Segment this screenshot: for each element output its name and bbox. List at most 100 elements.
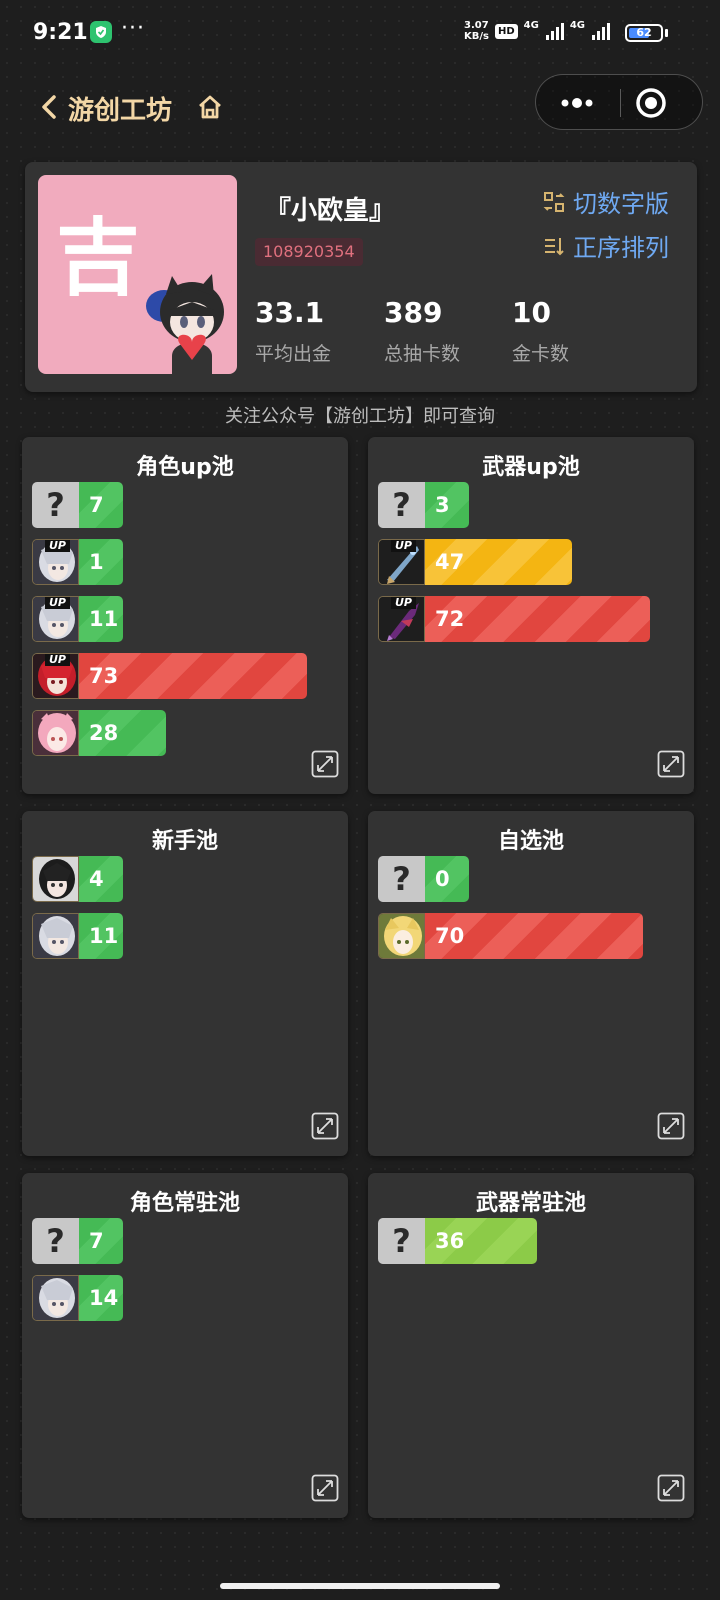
nav-bar: 游创工坊	[0, 74, 720, 140]
stat-gold-cards: 10 金卡数	[512, 296, 569, 366]
stat-label: 金卡数	[512, 343, 570, 365]
pool-title: 自选池	[497, 829, 564, 854]
character-silver-hair-icon: UP	[32, 539, 79, 585]
pool-row: 14	[32, 1275, 123, 1321]
stat-label: 总抽卡数	[384, 343, 461, 365]
pool-row: ? 36	[378, 1218, 538, 1264]
pool-row: ? 3	[378, 482, 469, 528]
expand-icon[interactable]	[657, 1112, 685, 1140]
expand-icon[interactable]	[311, 1474, 339, 1502]
stat-value: 33.1	[255, 296, 325, 329]
sort-order-button[interactable]: 正序排列	[543, 228, 669, 263]
status-more-dots: ···	[121, 16, 145, 41]
page-title: 游创工坊	[68, 96, 173, 126]
signal-bars-icon	[545, 22, 564, 40]
back-arrow-icon[interactable]	[36, 92, 62, 122]
pool-row: UP 11	[32, 596, 123, 642]
pool-row: ? 7	[32, 482, 123, 528]
security-shield-icon	[90, 21, 112, 43]
pool-card-weapon-up[interactable]: 武器up池 ? 3 UP 47 UP 72	[368, 437, 694, 794]
battery-cap	[665, 29, 668, 37]
battery-icon: 62	[625, 24, 663, 42]
expand-icon[interactable]	[657, 1474, 685, 1502]
character-blonde-hair-icon	[378, 913, 425, 959]
pool-card-character-standard[interactable]: 角色常驻池 ? 7 14	[22, 1173, 348, 1518]
character-pink-hair-icon	[32, 710, 79, 756]
pool-title: 新手池	[151, 829, 218, 854]
pull-count-bar: 0	[425, 856, 469, 902]
network-speed: 3.07 KB/s	[464, 20, 489, 42]
more-menu-button[interactable]	[546, 75, 612, 131]
pull-count-bar: 7	[79, 1218, 123, 1264]
chibi-mascot-image	[142, 270, 237, 374]
pool-row: UP 73	[32, 653, 307, 699]
hd-badge: HD	[494, 23, 518, 39]
home-icon[interactable]	[196, 93, 224, 121]
pool-card-novice[interactable]: 新手池 4 11	[22, 811, 348, 1156]
weapon-purple-icon: UP	[378, 596, 425, 642]
weapon-blue-icon: UP	[378, 539, 425, 585]
pool-row: ? 0	[378, 856, 469, 902]
character-silver-hair-icon	[32, 1275, 79, 1321]
unknown-question-icon: ?	[32, 482, 79, 528]
pull-count-bar: 14	[79, 1275, 123, 1321]
unknown-question-icon: ?	[378, 856, 425, 902]
expand-icon[interactable]	[311, 750, 339, 778]
character-silver-hair-icon	[32, 913, 79, 959]
expand-icon[interactable]	[657, 750, 685, 778]
up-tag: UP	[45, 597, 70, 609]
pool-card-weapon-standard[interactable]: 武器常驻池 ? 36	[368, 1173, 694, 1518]
stat-avg-gold: 33.1 平均出金	[255, 296, 331, 366]
pull-count-bar: 28	[79, 710, 167, 756]
sort-order-label: 正序排列	[573, 234, 669, 262]
profile-card: 吉 『小欧皇』 108920354 切数字版 正序排列 33.1 平均出金 38…	[25, 162, 697, 392]
stat-value: 10	[512, 296, 551, 329]
pool-row: UP 47	[378, 539, 572, 585]
up-tag: UP	[45, 540, 70, 552]
character-black-hair-icon	[32, 856, 79, 902]
pull-count-bar: 70	[425, 913, 644, 959]
pool-row: 70	[378, 913, 644, 959]
pull-count-bar: 11	[79, 913, 123, 959]
expand-icon[interactable]	[311, 1112, 339, 1140]
pull-count-bar: 47	[425, 539, 572, 585]
unknown-question-icon: ?	[378, 482, 425, 528]
signal-bars-icon	[592, 22, 610, 40]
home-indicator	[220, 1583, 500, 1589]
unknown-question-icon: ?	[32, 1218, 79, 1264]
pool-title: 武器常驻池	[475, 1191, 586, 1216]
follow-hint: 关注公众号【游创工坊】即可查询	[225, 406, 495, 427]
capsule-divider	[620, 89, 621, 117]
nickname: 『小欧皇』	[265, 196, 396, 226]
pool-row: 11	[32, 913, 123, 959]
pool-card-selective[interactable]: 自选池 ? 0 70	[368, 811, 694, 1156]
up-tag: UP	[45, 654, 70, 666]
signal-type-2: 4G	[569, 20, 585, 31]
pull-count-bar: 1	[79, 539, 123, 585]
pool-row: UP 1	[32, 539, 123, 585]
pull-count-bar: 7	[79, 482, 123, 528]
pull-count-bar: 72	[425, 596, 650, 642]
sort-icon	[545, 237, 564, 255]
close-target-icon[interactable]	[634, 75, 694, 131]
uid-badge: 108920354	[255, 238, 363, 266]
status-bar: 9:21 ··· 3.07 KB/s HD 4G 4G 62	[0, 0, 720, 66]
switch-numeric-button[interactable]: 切数字版	[543, 184, 669, 219]
stat-label: 平均出金	[255, 343, 332, 365]
switch-icon	[543, 191, 565, 212]
unknown-question-icon: ?	[378, 1218, 425, 1264]
pull-count-bar: 36	[425, 1218, 538, 1264]
avatar-character-text: 吉	[56, 209, 141, 307]
pool-title: 武器up池	[482, 455, 580, 480]
avatar: 吉	[38, 175, 237, 374]
pull-count-bar: 3	[425, 482, 469, 528]
battery-percent: 62	[636, 26, 652, 39]
pool-title: 角色up池	[136, 455, 234, 480]
mini-program-capsule	[535, 74, 703, 130]
pool-title: 角色常驻池	[129, 1191, 240, 1216]
up-tag: UP	[391, 597, 416, 609]
signal-type-1: 4G	[523, 20, 539, 31]
pool-row: UP 72	[378, 596, 650, 642]
pool-card-character-up[interactable]: 角色up池 ? 7 UP 1 UP 11 UP 73 28	[22, 437, 348, 794]
pull-count-bar: 11	[79, 596, 123, 642]
